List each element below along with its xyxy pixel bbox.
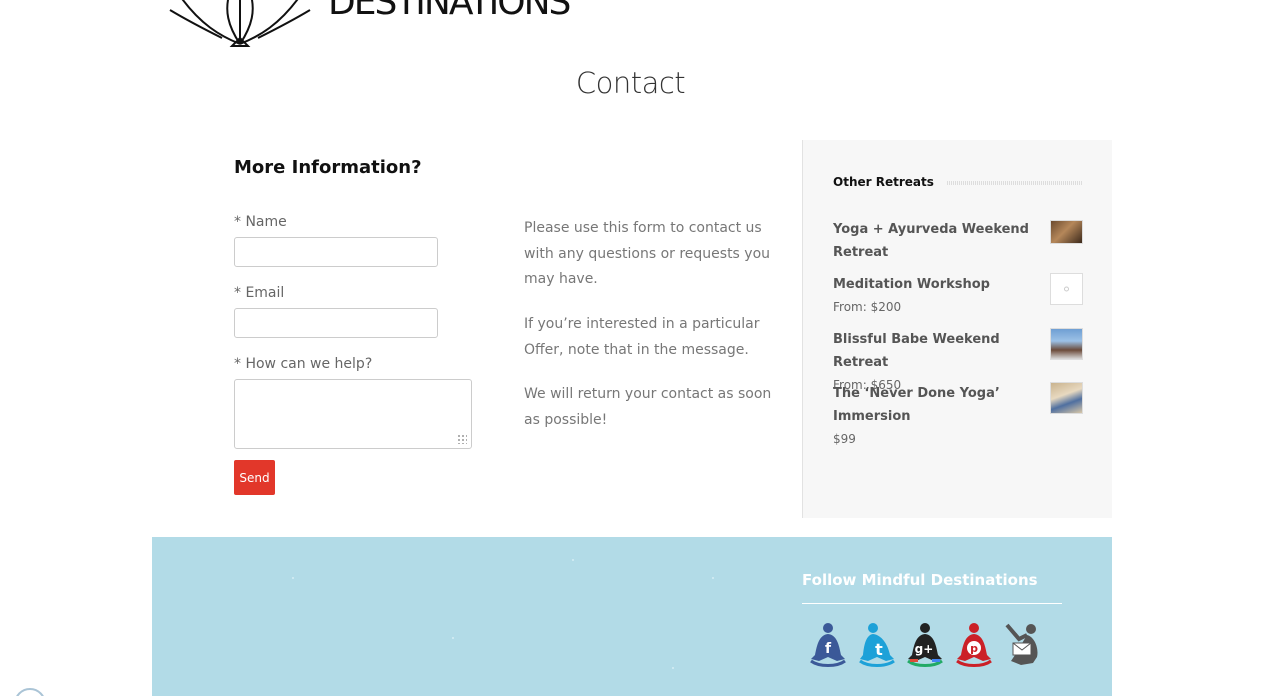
form-heading: More Information? — [234, 157, 422, 178]
retreat-photo-icon[interactable] — [1050, 328, 1083, 360]
footer-texture — [452, 637, 454, 639]
sidebar-title: Other Retreats — [833, 175, 934, 189]
footer-texture — [572, 559, 574, 561]
footer-texture — [292, 577, 294, 579]
name-input[interactable] — [234, 237, 438, 267]
retreat-photo-icon[interactable] — [1050, 220, 1083, 244]
retreat-price: From: $200 — [833, 300, 902, 314]
google-plus-icon[interactable]: g+ — [904, 621, 946, 667]
help-label: * How can we help? — [234, 356, 373, 372]
footer-texture — [712, 577, 714, 579]
twitter-icon[interactable]: t — [856, 621, 898, 667]
retreat-price: $99 — [833, 432, 856, 446]
logo-wordmark: DESTINATIONS — [328, 0, 571, 23]
retreat-item[interactable]: Meditation Workshop From: $200 — [833, 273, 1083, 319]
info-paragraph-1: Please use this form to contact us with … — [524, 220, 771, 287]
send-button[interactable]: Send — [234, 460, 275, 495]
retreat-photo-icon[interactable] — [1050, 382, 1083, 414]
svg-text:t: t — [875, 640, 883, 659]
pinterest-icon[interactable]: p — [953, 621, 995, 667]
email-input[interactable] — [234, 308, 438, 338]
info-paragraph-3: We will return your contact as soon as p… — [524, 386, 772, 428]
page-title: Contact — [575, 66, 686, 100]
retreat-name[interactable]: Meditation Workshop — [833, 273, 1043, 296]
other-retreats-sidebar: Other Retreats Yoga + Ayurveda Weekend R… — [802, 140, 1112, 518]
retreat-item[interactable]: The ‘Never Done Yoga’ Immersion $99 — [833, 382, 1083, 451]
facebook-icon[interactable]: f — [807, 621, 849, 667]
info-paragraph-2: If you’re interested in a particular Off… — [524, 316, 760, 358]
follow-title: Follow Mindful Destinations — [802, 571, 1038, 589]
lotus-logo-icon — [169, 0, 311, 47]
name-label: * Name — [234, 214, 287, 230]
retreat-name[interactable]: The ‘Never Done Yoga’ Immersion — [833, 382, 1043, 428]
follow-divider — [802, 603, 1062, 604]
retreat-item[interactable]: Yoga + Ayurveda Weekend Retreat — [833, 218, 1083, 264]
message-textarea[interactable] — [234, 379, 472, 449]
retreat-name[interactable]: Blissful Babe Weekend Retreat — [833, 328, 1043, 374]
chat-widget-icon[interactable] — [14, 688, 46, 696]
svg-text:f: f — [825, 641, 832, 657]
svg-text:p: p — [970, 642, 978, 655]
site-logo[interactable]: DESTINATIONS — [160, 0, 571, 50]
placeholder-icon[interactable] — [1050, 273, 1083, 305]
sidebar-divider — [947, 181, 1083, 185]
footer-texture — [672, 667, 674, 669]
site-footer: Follow Mindful Destinations f t g+ p — [152, 537, 1112, 696]
email-label: * Email — [234, 285, 285, 301]
resize-grip-icon[interactable] — [457, 434, 467, 444]
email-icon[interactable] — [1001, 621, 1043, 667]
svg-text:g+: g+ — [915, 642, 934, 656]
retreat-name[interactable]: Yoga + Ayurveda Weekend Retreat — [833, 218, 1043, 264]
